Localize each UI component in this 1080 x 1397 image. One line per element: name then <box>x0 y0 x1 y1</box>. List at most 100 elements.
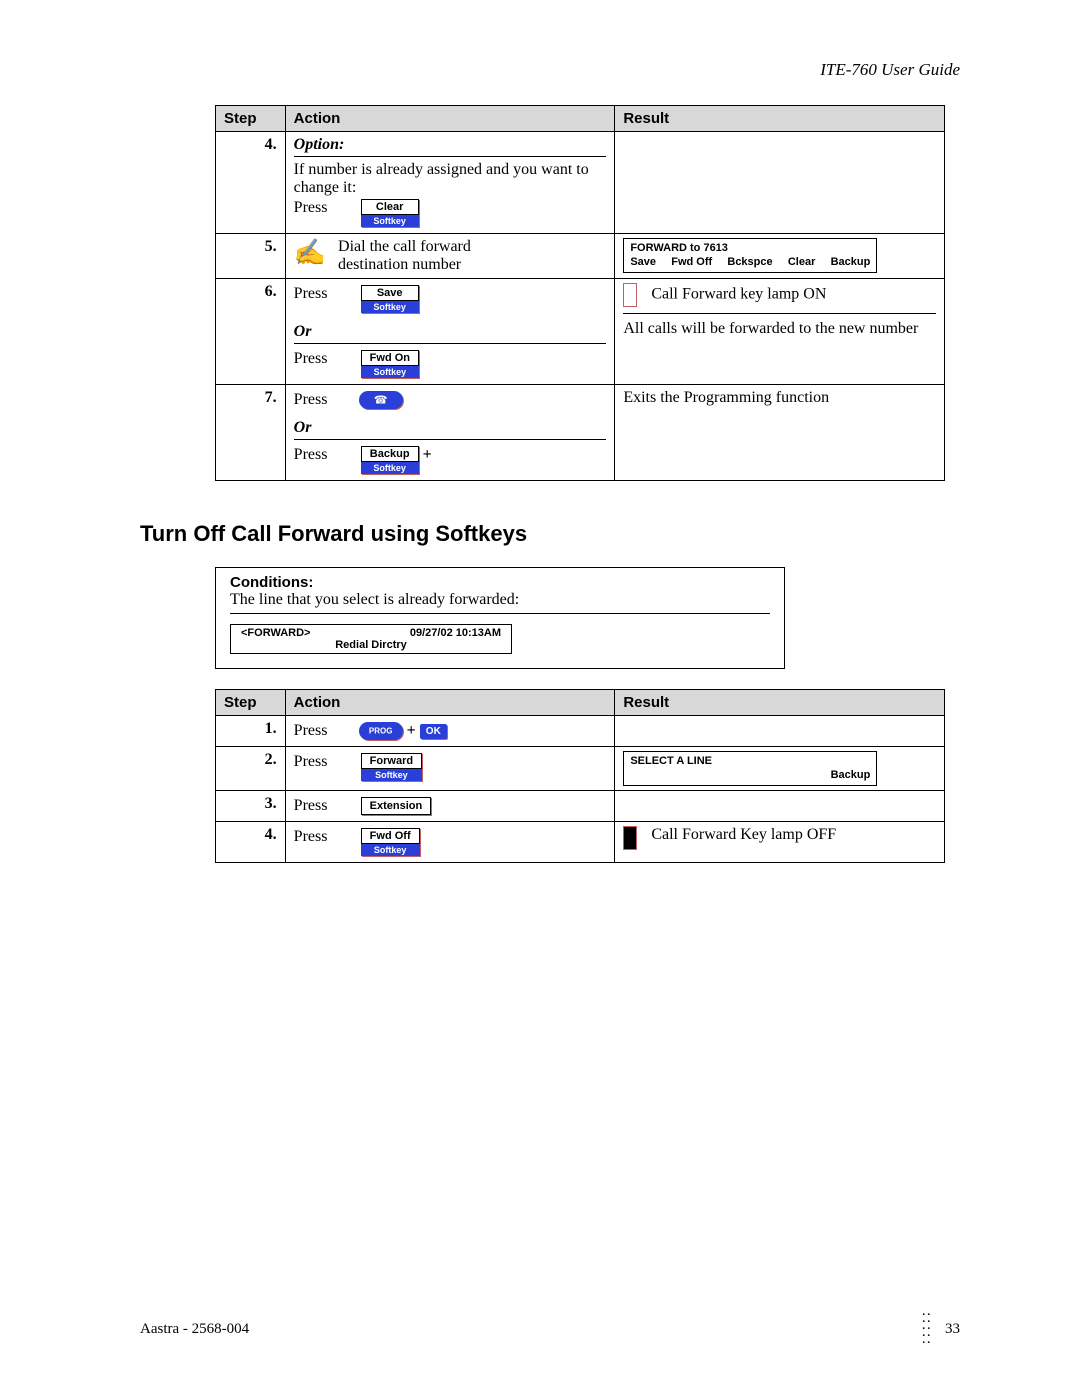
lcd-bottom: Redial Dirctry <box>241 639 501 651</box>
option-heading: Option: <box>294 136 607 157</box>
softkey-sublabel: Softkey <box>361 844 420 856</box>
lcd-display: <FORWARD> 09/27/02 10:13AM Redial Dirctr… <box>230 624 512 654</box>
table-row: 7. Press ☎ Or Press Backup Softkey + <box>216 385 945 481</box>
step-number: 6. <box>216 279 286 385</box>
page-number: 33 <box>945 1321 960 1337</box>
table-row: 3. Press Extension <box>216 790 945 821</box>
footer-left: Aastra - 2568-004 <box>140 1321 249 1338</box>
action-cell: Press Forward Softkey <box>285 747 615 791</box>
release-hardkey: ☎ <box>359 391 403 409</box>
key-label: Fwd Off <box>361 828 420 844</box>
action-text: If number is already assigned and you wa… <box>294 161 607 197</box>
table-row: 2. Press Forward Softkey SELECT A LINE B… <box>216 747 945 791</box>
prog-hardkey: PROG <box>359 722 403 740</box>
key-label: Clear <box>361 199 419 215</box>
ok-hardkey: OK <box>420 724 447 739</box>
softkey-sublabel: Softkey <box>361 215 419 227</box>
or-heading: Or <box>294 323 607 344</box>
lcd-right: Backup <box>630 768 870 782</box>
conditions-box: Conditions: The line that you select is … <box>215 567 785 669</box>
lcd-key: Backup <box>831 255 871 269</box>
or-heading: Or <box>294 419 607 440</box>
key-label: Backup <box>361 446 419 462</box>
table-row: 4. Press Fwd Off Softkey Call Forward Ke… <box>216 821 945 862</box>
action-text: Dial the call forward destination number <box>338 238 538 274</box>
step-number: 3. <box>216 790 286 821</box>
write-icon: ✍ <box>294 238 326 268</box>
press-label: Press <box>294 199 349 217</box>
press-label: Press <box>294 828 349 846</box>
backup-softkey: Backup Softkey <box>361 446 419 474</box>
result-cell: FORWARD to 7613 Save Fwd Off Bckspce Cle… <box>615 234 945 279</box>
step-number: 5. <box>216 234 286 279</box>
result-cell <box>615 716 945 747</box>
clear-softkey: Clear Softkey <box>361 199 419 227</box>
lcd-line1: SELECT A LINE <box>630 754 870 768</box>
key-label: Forward <box>361 753 422 769</box>
result-cell: Call Forward key lamp ON All calls will … <box>615 279 945 385</box>
softkey-sublabel: Softkey <box>361 462 419 474</box>
lcd-key: Bckspce <box>727 255 772 269</box>
result-cell: SELECT A LINE Backup <box>615 747 945 791</box>
lamp-text: Call Forward key lamp ON <box>651 286 826 303</box>
action-cell: Option: If number is already assigned an… <box>285 132 615 234</box>
lcd-display: SELECT A LINE Backup <box>623 751 877 786</box>
softkey-sublabel: Softkey <box>361 301 419 313</box>
action-cell: ✍ Dial the call forward destination numb… <box>285 234 615 279</box>
lamp-on-icon <box>623 283 637 307</box>
col-result: Result <box>615 106 945 132</box>
softkey-sublabel: Softkey <box>361 769 422 781</box>
softkey-sublabel: Softkey <box>361 366 419 378</box>
steps-table-2: Step Action Result 1. Press PROG + OK 2. <box>215 689 945 863</box>
phone-icon: ☎ <box>374 394 388 407</box>
press-label: Press <box>294 722 349 740</box>
step-number: 4. <box>216 132 286 234</box>
lamp-text: Call Forward Key lamp OFF <box>651 826 851 844</box>
result-cell <box>615 790 945 821</box>
press-label: Press <box>294 285 349 303</box>
lcd-left: <FORWARD> <box>241 627 310 639</box>
col-result: Result <box>615 690 945 716</box>
action-cell: Press Save Softkey Or Press Fwd On Softk… <box>285 279 615 385</box>
conditions-text: The line that you select is already forw… <box>230 591 770 614</box>
table-row: 1. Press PROG + OK <box>216 716 945 747</box>
plus-icon: + <box>423 446 432 464</box>
extension-key: Extension <box>361 797 432 815</box>
table1-header-row: Step Action Result <box>216 106 945 132</box>
col-step: Step <box>216 690 286 716</box>
col-action: Action <box>285 106 615 132</box>
plus-icon: + <box>407 722 416 740</box>
step-number: 4. <box>216 821 286 862</box>
section-heading: Turn Off Call Forward using Softkeys <box>140 521 960 547</box>
press-label: Press <box>294 391 349 409</box>
result-text: All calls will be forwarded to the new n… <box>623 320 936 338</box>
forward-softkey: Forward Softkey <box>361 753 422 781</box>
lamp-off-icon <box>623 826 637 850</box>
table-row: 4. Option: If number is already assigned… <box>216 132 945 234</box>
lcd-display: FORWARD to 7613 Save Fwd Off Bckspce Cle… <box>623 238 877 273</box>
dots-icon: ·········· <box>921 1312 931 1347</box>
steps-table-1: Step Action Result 4. Option: If number … <box>215 105 945 481</box>
col-step: Step <box>216 106 286 132</box>
fwdoff-softkey: Fwd Off Softkey <box>361 828 420 856</box>
step-number: 1. <box>216 716 286 747</box>
conditions-title: Conditions: <box>230 574 770 591</box>
lcd-key: Save <box>630 255 656 269</box>
result-cell: Exits the Programming function <box>615 385 945 481</box>
save-softkey: Save Softkey <box>361 285 419 313</box>
action-cell: Press Extension <box>285 790 615 821</box>
doc-header: ITE-760 User Guide <box>140 60 960 80</box>
table2-header-row: Step Action Result <box>216 690 945 716</box>
press-label: Press <box>294 797 349 815</box>
press-label: Press <box>294 350 349 368</box>
action-cell: Press Fwd Off Softkey <box>285 821 615 862</box>
page-root: ITE-760 User Guide Step Action Result 4.… <box>0 0 1080 1397</box>
result-cell <box>615 132 945 234</box>
step-number: 7. <box>216 385 286 481</box>
lcd-right: 09/27/02 10:13AM <box>410 627 501 639</box>
lcd-key: Fwd Off <box>671 255 712 269</box>
action-cell: Press ☎ Or Press Backup Softkey + <box>285 385 615 481</box>
table-row: 6. Press Save Softkey Or Press Fwd On So… <box>216 279 945 385</box>
prog-label: PROG <box>369 727 393 736</box>
key-label: Save <box>361 285 419 301</box>
